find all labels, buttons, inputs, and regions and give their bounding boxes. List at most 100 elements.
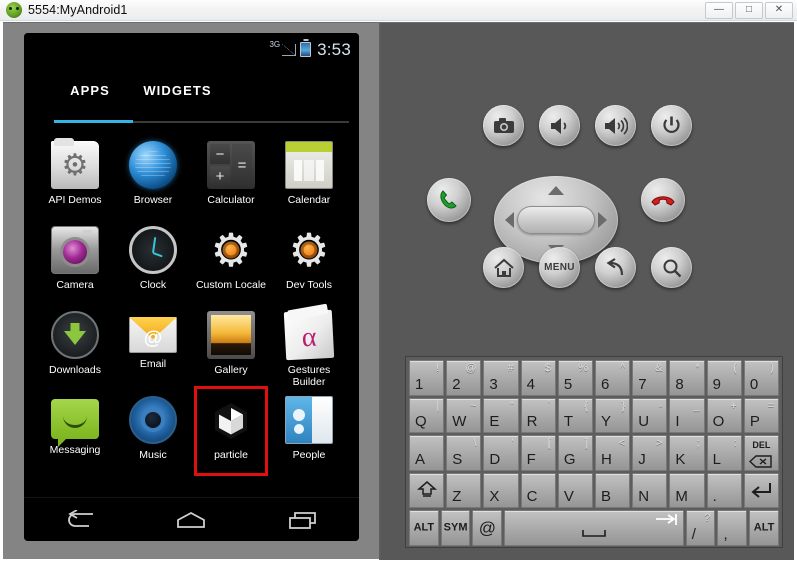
key-8[interactable]: 8 * xyxy=(669,360,705,396)
key-c[interactable]: C xyxy=(520,472,556,508)
maximize-button[interactable]: □ xyxy=(735,1,763,19)
key-alt-left[interactable]: ALT xyxy=(409,510,439,546)
dpad-center-button[interactable] xyxy=(517,206,595,234)
app-item-calculator[interactable]: − = + Calculator xyxy=(192,135,270,220)
key-0[interactable]: 0) xyxy=(743,360,780,396)
key-9[interactable]: 9( xyxy=(706,360,742,396)
app-item-gestures-builder[interactable]: Gestures Builder xyxy=(270,305,348,390)
dpad-right-arrow[interactable] xyxy=(598,212,607,228)
dpad-left-arrow[interactable] xyxy=(505,212,514,228)
nav-back-button[interactable] xyxy=(52,504,108,536)
app-item-gallery[interactable]: Gallery xyxy=(192,305,270,390)
app-item-email[interactable]: Email xyxy=(114,305,192,390)
app-item-api-demos[interactable]: API Demos xyxy=(36,135,114,220)
dpad-up-arrow[interactable] xyxy=(548,186,564,195)
tab-widgets[interactable]: WIDGETS xyxy=(130,65,225,115)
key-g[interactable]: G] xyxy=(557,435,594,471)
key-v[interactable]: V xyxy=(557,472,594,508)
phone-screen[interactable]: 3G 3:53 APPS WIDGETS API Demos Browser xyxy=(24,33,359,541)
key-6[interactable]: 6 ^ xyxy=(595,360,631,396)
key-e[interactable]: E " xyxy=(483,397,519,433)
key-2[interactable]: 2 @ xyxy=(446,360,482,396)
app-label: Clock xyxy=(139,279,167,291)
camera-button[interactable] xyxy=(483,105,524,146)
search-button[interactable] xyxy=(651,247,692,288)
key-alt-right[interactable]: ALT xyxy=(749,510,779,546)
key-space[interactable] xyxy=(504,510,684,546)
key-o[interactable]: O + xyxy=(706,397,742,433)
app-item-music[interactable]: Music xyxy=(114,390,192,475)
key-d[interactable]: D ' xyxy=(483,435,519,471)
key-s[interactable]: S \ xyxy=(446,435,482,471)
key-main: W xyxy=(452,413,467,430)
app-item-camera[interactable]: Camera xyxy=(36,220,114,305)
key-m[interactable]: M xyxy=(669,472,705,508)
key-sym[interactable]: SYM xyxy=(440,510,471,546)
app-item-calendar[interactable]: Calendar xyxy=(270,135,348,220)
key-5[interactable]: 5% xyxy=(557,360,594,396)
app-item-browser[interactable]: Browser xyxy=(114,135,192,220)
nav-home-button[interactable] xyxy=(163,504,219,536)
key-enter[interactable] xyxy=(743,472,780,508)
app-label: Music xyxy=(139,449,167,461)
key-i[interactable]: I _ xyxy=(669,397,705,433)
app-item-clock[interactable]: Clock xyxy=(114,220,192,305)
key-y[interactable]: Y} xyxy=(595,397,631,433)
app-item-people[interactable]: People xyxy=(270,390,348,475)
key-delete[interactable]: DEL xyxy=(743,435,780,471)
close-button[interactable]: ✕ xyxy=(765,1,793,19)
home-button[interactable] xyxy=(483,247,524,288)
menu-button[interactable]: MENU xyxy=(539,247,580,288)
key-sup: ] xyxy=(584,437,589,449)
key-sup: ; xyxy=(696,437,700,449)
key-sup: _ xyxy=(693,399,700,412)
key-main: P xyxy=(749,413,760,430)
key-3[interactable]: 3 # xyxy=(483,360,519,396)
key-a[interactable]: A xyxy=(409,435,445,471)
app-item-messaging[interactable]: Messaging xyxy=(36,390,114,475)
app-item-custom-locale[interactable]: Custom Locale xyxy=(192,220,270,305)
key-at[interactable]: @ xyxy=(472,510,503,546)
key-z[interactable]: Z xyxy=(446,472,482,508)
app-item-dev-tools[interactable]: Dev Tools xyxy=(270,220,348,305)
key-period[interactable]: . xyxy=(706,472,742,508)
key-main: U xyxy=(638,413,650,430)
key-7[interactable]: 7 & xyxy=(632,360,668,396)
key-w[interactable]: W ~ xyxy=(446,397,482,433)
key-t[interactable]: T{ xyxy=(557,397,594,433)
key-label: @ xyxy=(478,518,496,538)
key-b[interactable]: B xyxy=(595,472,631,508)
tab-apps[interactable]: APPS xyxy=(50,65,130,115)
key-q[interactable]: Q | xyxy=(409,397,445,433)
volume-down-button[interactable] xyxy=(539,105,580,146)
app-item-particle[interactable]: particle xyxy=(192,390,270,475)
key-k[interactable]: K; xyxy=(669,435,705,471)
key-l[interactable]: L: xyxy=(706,435,742,471)
key-1[interactable]: 1! xyxy=(409,360,445,396)
key-sup: | xyxy=(436,399,440,412)
key-comma[interactable]: , xyxy=(717,510,748,546)
camera-icon xyxy=(51,226,99,274)
nav-recents-button[interactable] xyxy=(275,504,331,536)
key-slash[interactable]: /? xyxy=(685,510,716,546)
back-button[interactable] xyxy=(595,247,636,288)
key-j[interactable]: J > xyxy=(632,435,668,471)
key-p[interactable]: P = xyxy=(743,397,780,433)
key-f[interactable]: F[ xyxy=(520,435,556,471)
app-item-downloads[interactable]: Downloads xyxy=(36,305,114,390)
call-button[interactable] xyxy=(427,178,471,222)
key-x[interactable]: X xyxy=(483,472,519,508)
key-h[interactable]: H < xyxy=(595,435,631,471)
minimize-button[interactable]: — xyxy=(705,1,733,19)
key-main: B xyxy=(601,488,612,505)
key-4[interactable]: 4 $ xyxy=(520,360,556,396)
volume-up-button[interactable] xyxy=(595,105,636,146)
key-sup: * xyxy=(695,362,700,374)
key-shift[interactable] xyxy=(409,472,445,508)
key-r[interactable]: R ` xyxy=(520,397,556,433)
key-n[interactable]: N xyxy=(632,472,668,508)
power-button[interactable] xyxy=(651,105,692,146)
key-u[interactable]: U- xyxy=(632,397,668,433)
key-sup: ^ xyxy=(620,362,626,374)
end-call-button[interactable] xyxy=(641,178,685,222)
